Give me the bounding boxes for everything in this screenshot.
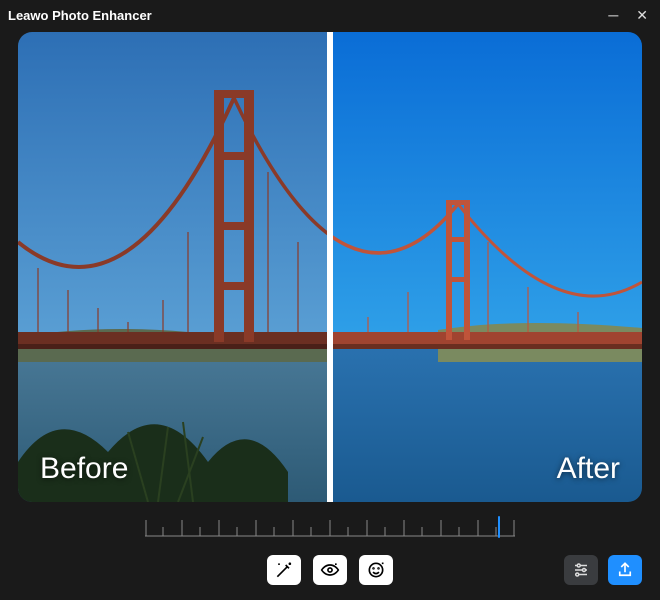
eye-sparkle-icon xyxy=(319,560,341,580)
magic-wand-icon xyxy=(274,560,294,580)
export-icon xyxy=(616,561,634,579)
window-controls: ─ ✕ xyxy=(608,8,652,22)
comparison-viewer[interactable]: Before After xyxy=(18,32,642,502)
app-title: Leawo Photo Enhancer xyxy=(8,8,152,23)
right-tools xyxy=(564,555,642,585)
main-area: Before After xyxy=(0,30,660,600)
enhance-tools xyxy=(267,555,393,585)
zoom-ruler[interactable] xyxy=(145,518,515,538)
adjustments-button[interactable] xyxy=(564,555,598,585)
smiley-sparkle-icon xyxy=(366,560,386,580)
zoom-ruler-row xyxy=(18,518,642,538)
ruler-handle[interactable] xyxy=(498,516,500,538)
bridge-photo xyxy=(18,32,642,502)
sliders-icon xyxy=(572,561,590,579)
auto-enhance-button[interactable] xyxy=(267,555,301,585)
toolbar xyxy=(18,552,642,588)
minimize-button[interactable]: ─ xyxy=(608,8,618,22)
eye-enhance-button[interactable] xyxy=(313,555,347,585)
before-label: Before xyxy=(40,452,128,486)
titlebar: Leawo Photo Enhancer ─ ✕ xyxy=(0,0,660,30)
after-label: After xyxy=(557,452,620,486)
close-button[interactable]: ✕ xyxy=(636,8,648,22)
face-enhance-button[interactable] xyxy=(359,555,393,585)
export-button[interactable] xyxy=(608,555,642,585)
